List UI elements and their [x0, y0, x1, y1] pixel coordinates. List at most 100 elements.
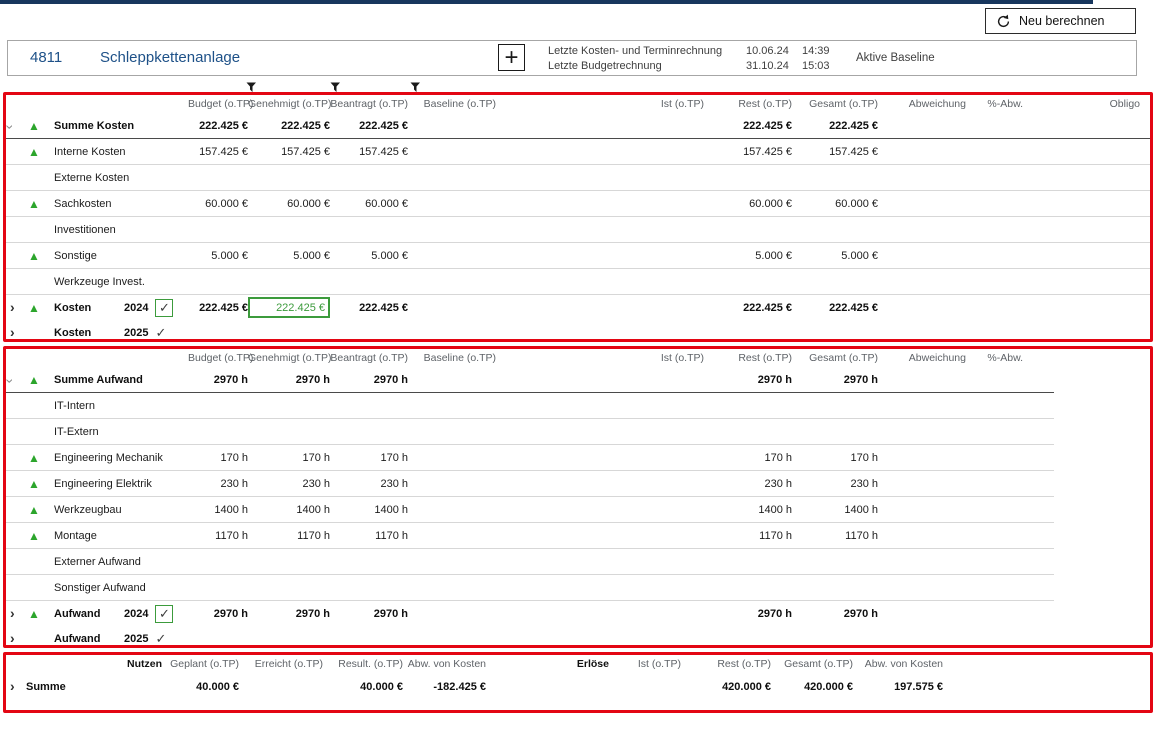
triangle-up-icon: ▲ — [26, 605, 54, 623]
check-icon[interactable]: ✓ — [155, 631, 166, 647]
table-row[interactable]: › Aufwand 2025 ✓ — [6, 626, 1054, 651]
table-row[interactable]: IT-Extern — [6, 419, 1054, 445]
col-rest: Rest (o.TP) — [681, 658, 771, 670]
aufwand-section: Budget (o.TP) Genehmigt (o.TP) Beantragt… — [3, 346, 1153, 648]
kosten-section: Budget (o.TP) Genehmigt (o.TP) Beantragt… — [3, 92, 1153, 342]
col-gesamt: Gesamt (o.TP) — [792, 98, 878, 110]
col-rest: Rest (o.TP) — [704, 352, 792, 364]
calc-date: 10.06.24 — [746, 44, 802, 59]
table-row[interactable]: › ▲ Summe Aufwand 2970 h 2970 h 2970 h 2… — [6, 367, 1054, 393]
chevron-right-icon[interactable]: › — [6, 605, 26, 623]
table-row[interactable]: › ▲ Aufwand 2024 ✓ 2970 h 2970 h 2970 h … — [6, 601, 1054, 626]
chevron-right-icon[interactable]: › — [6, 324, 26, 342]
gesamt-cell: 1170 h — [792, 530, 878, 542]
chevron-right-icon[interactable]: › — [6, 630, 26, 648]
rest-cell: 170 h — [704, 452, 792, 464]
year-cell: 2024 ✓ — [124, 605, 188, 623]
table-row[interactable]: › Kosten 2025 ✓ — [6, 320, 1150, 345]
row-label: Aufwand — [54, 608, 124, 620]
plus-glyph: + — [504, 46, 518, 70]
beantragt-cell: 230 h — [330, 478, 408, 490]
col-genehmigt: Genehmigt (o.TP) — [248, 98, 330, 110]
checkbox-checked[interactable]: ✓ — [155, 299, 173, 317]
genehmigt-cell: 157.425 € — [248, 146, 330, 158]
table-row[interactable]: IT-Intern — [6, 393, 1054, 419]
beantragt-cell: 2970 h — [330, 608, 408, 620]
row-label: Aufwand — [54, 633, 124, 645]
table-row[interactable]: ▲ Werkzeugbau 1400 h 1400 h 1400 h 1400 … — [6, 497, 1054, 523]
col-result: Result. (o.TP) — [323, 658, 403, 670]
table-row[interactable]: ▲ Engineering Elektrik 230 h 230 h 230 h… — [6, 471, 1054, 497]
plus-icon[interactable]: + — [498, 44, 525, 71]
chevron-down-icon[interactable]: › — [6, 371, 26, 389]
table-row[interactable]: ▲ Sachkosten 60.000 € 60.000 € 60.000 € … — [6, 191, 1150, 217]
year-cell: 2025 ✓ — [124, 325, 188, 341]
col-abw-von-kosten: Abw. von Kosten — [403, 658, 486, 670]
result-cell: 40.000 € — [323, 681, 403, 693]
table-row[interactable]: Externer Aufwand — [6, 549, 1054, 575]
table-row[interactable]: ▲ Interne Kosten 157.425 € 157.425 € 157… — [6, 139, 1150, 165]
triangle-up-icon: ▲ — [26, 501, 54, 519]
triangle-up-icon: ▲ — [26, 195, 54, 213]
check-icon[interactable]: ✓ — [155, 325, 166, 341]
chevron-right-icon[interactable]: › — [6, 678, 26, 696]
triangle-up-icon: ▲ — [26, 143, 54, 161]
genehmigt-cell: 60.000 € — [248, 198, 330, 210]
chevron-down-icon[interactable]: › — [6, 117, 26, 135]
table-row[interactable]: ▲ Montage 1170 h 1170 h 1170 h 1170 h 11… — [6, 523, 1054, 549]
row-label: Summe Kosten — [54, 120, 124, 132]
col-rest: Rest (o.TP) — [704, 98, 792, 110]
genehmigt-cell: 170 h — [248, 452, 330, 464]
beantragt-cell: 1400 h — [330, 504, 408, 516]
genehmigt-edit-cell[interactable]: 222.425 € — [248, 297, 330, 318]
rest-cell: 1400 h — [704, 504, 792, 516]
table-row[interactable]: › ▲ Summe Kosten 222.425 € 222.425 € 222… — [6, 113, 1150, 139]
row-label: Summe Aufwand — [54, 374, 124, 386]
row-label: Kosten — [54, 327, 124, 339]
year-label: 2024 — [124, 608, 148, 620]
col-gesamt: Gesamt (o.TP) — [792, 352, 878, 364]
genehmigt-cell: 230 h — [248, 478, 330, 490]
gesamt-cell: 60.000 € — [792, 198, 878, 210]
recalculate-button[interactable]: Neu berechnen — [985, 8, 1136, 34]
col-nutzen: Nutzen — [122, 658, 162, 670]
beantragt-cell: 1170 h — [330, 530, 408, 542]
chevron-right-icon[interactable]: › — [6, 299, 26, 317]
beantragt-cell: 60.000 € — [330, 198, 408, 210]
triangle-up-icon: ▲ — [26, 299, 54, 317]
col-erloese: Erlöse — [486, 658, 609, 670]
table-row[interactable]: ▲ Sonstige 5.000 € 5.000 € 5.000 € 5.000… — [6, 243, 1150, 269]
budget-cell: 2970 h — [188, 608, 248, 620]
checkbox-checked[interactable]: ✓ — [155, 605, 173, 623]
table-row[interactable]: Sonstiger Aufwand — [6, 575, 1054, 601]
row-label: Engineering Mechanik — [54, 452, 124, 464]
recalculate-label: Neu berechnen — [1019, 14, 1104, 28]
abw-von-kosten-2-cell: 197.575 € — [853, 681, 943, 693]
rest-cell: 2970 h — [704, 608, 792, 620]
year-label: 2024 — [124, 302, 148, 314]
gesamt-cell: 5.000 € — [792, 250, 878, 262]
table-row[interactable]: Externe Kosten — [6, 165, 1150, 191]
table-row[interactable]: › Summe 40.000 € 40.000 € -182.425 € 420… — [6, 673, 1150, 701]
row-label: Externer Aufwand — [54, 556, 124, 568]
row-label: Werkzeuge Invest. — [54, 276, 124, 288]
row-label: Montage — [54, 530, 124, 542]
calc-label: Letzte Budgetrechnung — [548, 59, 746, 74]
refresh-icon — [996, 14, 1011, 29]
genehmigt-cell: 222.425 € — [248, 120, 330, 132]
col-beantragt: Beantragt (o.TP) — [330, 98, 408, 110]
col-baseline: Baseline (o.TP) — [408, 352, 496, 364]
beantragt-cell: 2970 h — [330, 374, 408, 386]
genehmigt-edit-value[interactable]: 222.425 € — [248, 297, 330, 318]
beantragt-cell: 157.425 € — [330, 146, 408, 158]
table-row[interactable]: Werkzeuge Invest. — [6, 269, 1150, 295]
app-window: Neu berechnen 4811 Schleppkettenanlage +… — [0, 0, 1157, 738]
col-erreicht: Erreicht (o.TP) — [239, 658, 323, 670]
col-budget: Budget (o.TP) — [188, 98, 248, 110]
table-row[interactable]: ▲ Engineering Mechanik 170 h 170 h 170 h… — [6, 445, 1054, 471]
active-baseline-label: Aktive Baseline — [856, 41, 935, 75]
table-row[interactable]: › ▲ Kosten 2024 ✓ 222.425 € 222.425 € 22… — [6, 295, 1150, 320]
genehmigt-cell: 2970 h — [248, 608, 330, 620]
col-abweichung: Abweichung — [878, 98, 966, 110]
table-row[interactable]: Investitionen — [6, 217, 1150, 243]
